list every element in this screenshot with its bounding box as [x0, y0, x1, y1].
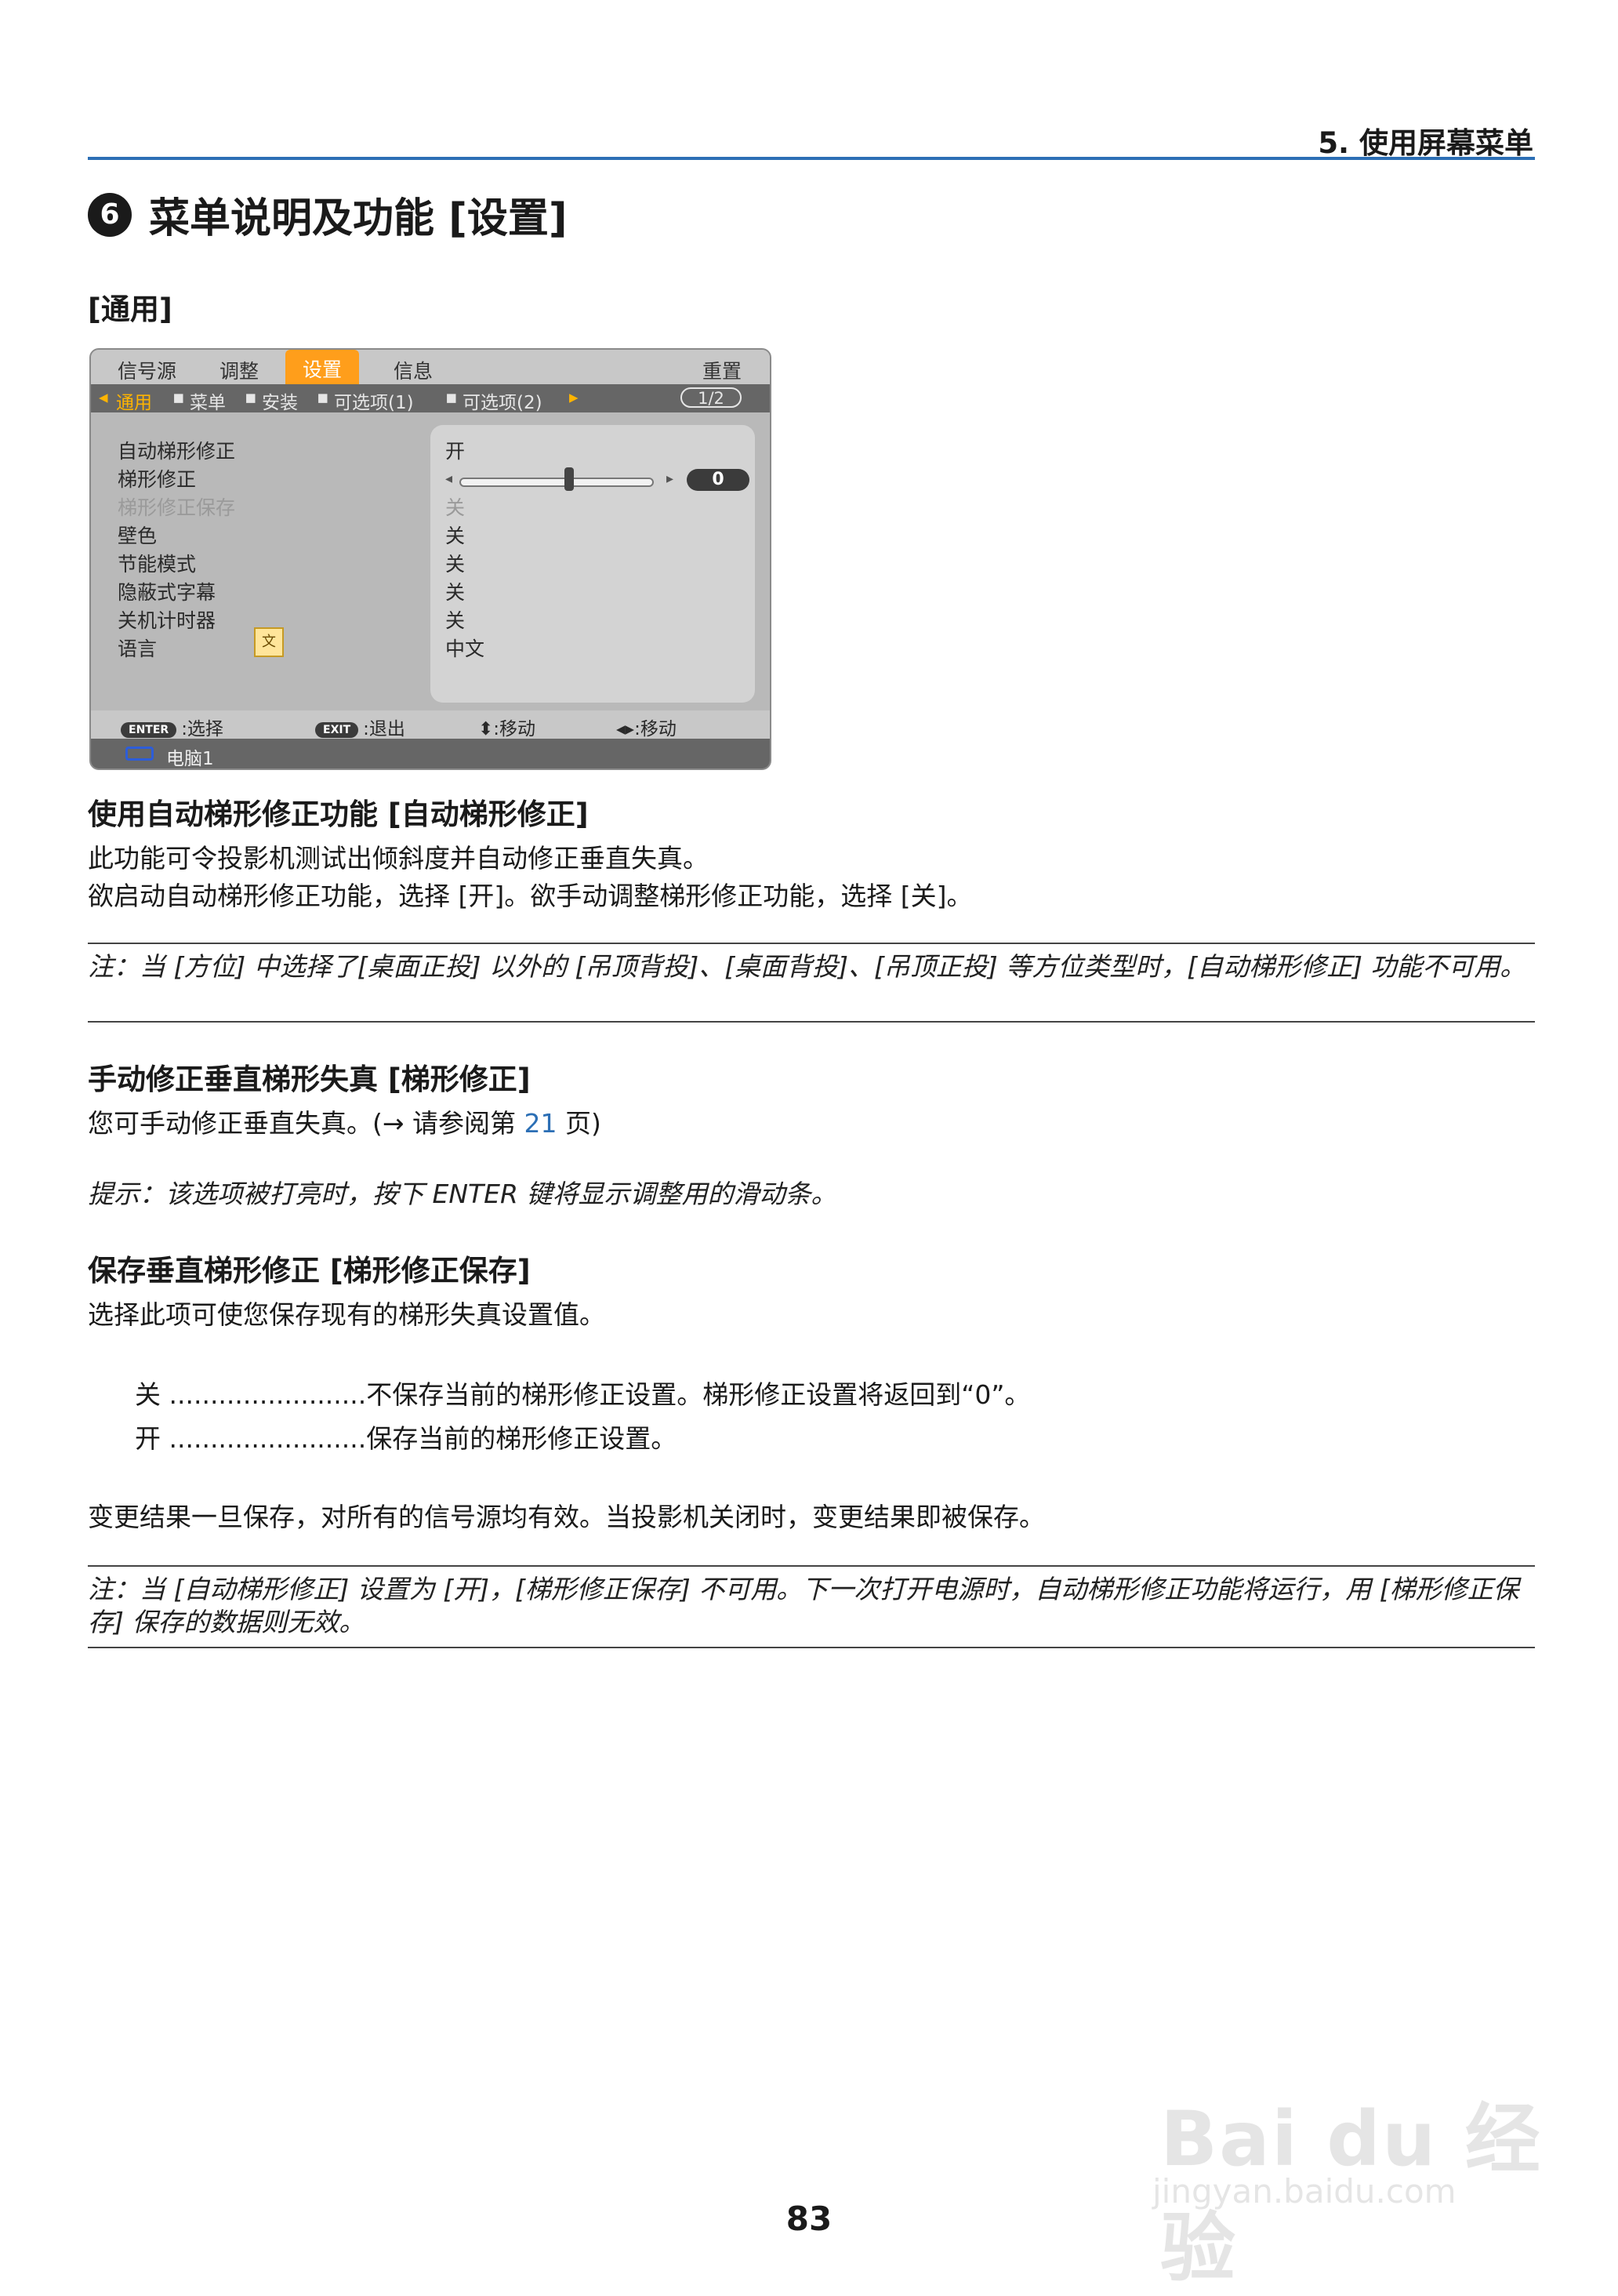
- keystone-text: 您可手动修正垂直失真。(→ 请参阅第: [88, 1108, 524, 1139]
- keystone-slider-track: [459, 478, 654, 487]
- osd-row-label: 隐蔽式字幕: [118, 581, 216, 604]
- osd-subtab-right-arrow-icon: ▸: [569, 387, 579, 408]
- osd-subtab-bullet-icon: ▪: [172, 387, 185, 408]
- osd-tab-bar: 信号源 调整 设置 信息 重置: [91, 350, 770, 384]
- osd-subtab-bullet-icon: ▪: [445, 387, 458, 408]
- definition-off: 关 ........................不保存当前的梯形修正设置。梯…: [135, 1379, 1031, 1410]
- osd-row-label: 梯形修正: [118, 468, 197, 491]
- note-rule-top: [88, 943, 1535, 944]
- enter-key-pill: ENTER: [121, 721, 177, 738]
- exit-key-pill: EXIT: [315, 721, 359, 738]
- hint-leftright: ◂▸:移动: [616, 719, 677, 739]
- osd-source-label: 电脑1: [166, 749, 214, 769]
- osd-tab-info: 信息: [394, 360, 434, 383]
- slider-left-arrow-icon: ◂: [445, 470, 453, 487]
- osd-row-label: 语言: [118, 638, 158, 660]
- osd-subtab-bullet-icon: ▪: [317, 387, 329, 408]
- definition-on: 开 ........................保存当前的梯形修正设置。: [135, 1423, 677, 1454]
- osd-row-value: 关: [445, 581, 466, 604]
- osd-tab-setup: 设置: [285, 350, 360, 384]
- hint-exit: EXIT:退出: [315, 714, 405, 740]
- osd-subtab-menu: 菜单: [190, 393, 226, 413]
- section-subtitle: [通用]: [88, 292, 172, 326]
- paragraph: 变更结果一旦保存，对所有的信号源均有效。当投影机关闭时，变更结果即被保存。: [88, 1502, 1045, 1532]
- osd-subtab-options2: 可选项(2): [463, 393, 542, 413]
- osd-row-label: 自动梯形修正: [118, 440, 236, 463]
- page-reference-link[interactable]: 21: [524, 1108, 557, 1139]
- osd-tab-source: 信号源: [118, 360, 177, 383]
- osd-row-value: 中文: [445, 638, 485, 660]
- osd-row-value: 关: [445, 496, 466, 519]
- note-rule-top: [88, 1565, 1535, 1567]
- paragraph: 欲启动自动梯形修正功能，选择 [开]。欲手动调整梯形修正功能，选择 [关]。: [88, 881, 973, 911]
- osd-row-label: 节能模式: [118, 553, 197, 576]
- page-number: 83: [785, 2200, 833, 2238]
- title-number: 6: [88, 192, 132, 237]
- baidu-watermark: Bai du 经验 jingyan.baidu.com: [1152, 2047, 1560, 2292]
- hint-enter: ENTER:选择: [121, 714, 223, 740]
- osd-row-value: 开: [445, 440, 466, 463]
- note-auto-keystone: 注：当 [方位] 中选择了[桌面正投] 以外的 [吊顶背投]、[桌面背投]、[吊…: [88, 951, 1526, 982]
- tip-keystone: 提示：该选项被打亮时，按下 ENTER 键将显示调整用的滑动条。: [88, 1179, 837, 1209]
- note-rule-bottom: [88, 1021, 1535, 1023]
- chapter-header: 5. 使用屏幕菜单: [1318, 126, 1533, 160]
- section-heading-keystone: 手动修正垂直梯形失真 [梯形修正]: [88, 1063, 531, 1096]
- paragraph-keystone: 您可手动修正垂直失真。(→ 请参阅第 21 页): [88, 1103, 601, 1140]
- osd-subtab-bullet-icon: ▪: [245, 387, 257, 408]
- hint-exit-text: :退出: [363, 719, 405, 739]
- osd-row-value: 关: [445, 525, 466, 547]
- note-rule-bottom: [88, 1647, 1535, 1648]
- osd-subtab-general: 通用: [116, 393, 152, 413]
- osd-row-value: 关: [445, 609, 466, 632]
- osd-tab-adjust: 调整: [219, 360, 259, 383]
- page-title: 6 菜单说明及功能 [设置]: [88, 185, 568, 244]
- hint-updown: ⬍:移动: [478, 719, 536, 739]
- osd-row-value: 关: [445, 553, 466, 576]
- keystone-slider-thumb: [564, 467, 574, 491]
- osd-source-bar: 电脑1: [91, 739, 770, 768]
- keystone-text-suffix: 页): [557, 1108, 601, 1139]
- osd-subtab-installation: 安装: [262, 393, 298, 413]
- section-heading-keystone-save: 保存垂直梯形修正 [梯形修正保存]: [88, 1254, 531, 1288]
- osd-row-label: 梯形修正保存: [118, 496, 236, 519]
- note-keystone-save: 注：当 [自动梯形修正] 设置为 [开]，[梯形修正保存] 不可用。下一次打开电…: [88, 1574, 1519, 1637]
- paragraph: 此功能可令投影机测试出倾斜度并自动修正垂直失真。: [88, 843, 709, 874]
- osd-page-indicator: 1/2: [680, 387, 742, 408]
- osd-tab-reset: 重置: [702, 360, 742, 383]
- header-rule: [88, 157, 1535, 160]
- osd-row-label: 壁色: [118, 525, 158, 547]
- keystone-value-badge: 0: [687, 469, 749, 491]
- osd-row-label: 关机计时器: [118, 609, 216, 632]
- language-icon: 文: [254, 627, 284, 657]
- osd-subtab-left-arrow-icon: ◂: [99, 387, 108, 408]
- hint-enter-text: :选择: [181, 719, 223, 739]
- monitor-icon: [125, 747, 154, 761]
- paragraph: 选择此项可使您保存现有的梯形失真设置值。: [88, 1299, 605, 1330]
- section-heading-auto-keystone: 使用自动梯形修正功能 [自动梯形修正]: [88, 797, 589, 831]
- title-text: 菜单说明及功能 [设置]: [149, 195, 568, 242]
- osd-footer-hints: ENTER:选择 EXIT:退出 ⬍:移动 ◂▸:移动: [91, 710, 770, 739]
- osd-subtab-options1: 可选项(1): [334, 393, 414, 413]
- osd-subtab-bar: ◂ 通用 ▪ 菜单 ▪ 安装 ▪ 可选项(1) ▪ 可选项(2) ▸ 1/2: [91, 384, 770, 413]
- slider-right-arrow-icon: ▸: [666, 470, 674, 487]
- osd-menu-screenshot: 信号源 调整 设置 信息 重置 ◂ 通用 ▪ 菜单 ▪ 安装 ▪ 可选项(1) …: [89, 348, 771, 770]
